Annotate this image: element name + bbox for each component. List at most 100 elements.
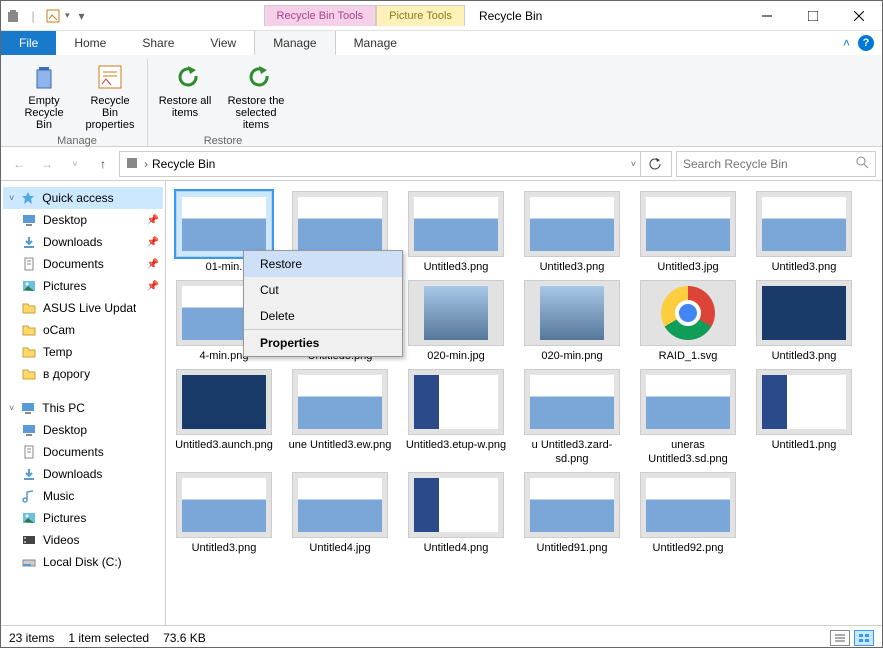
sidebar-item[interactable]: Pictures📌 xyxy=(3,275,163,297)
sidebar-item[interactable]: oCam xyxy=(3,319,163,341)
file-item[interactable]: Untitled3.png xyxy=(750,191,858,274)
file-item[interactable]: Untitled3.png xyxy=(402,191,510,274)
sidebar-item[interactable]: Downloads xyxy=(3,463,163,485)
tab-view[interactable]: View xyxy=(192,31,254,55)
sidebar-item[interactable]: Documents📌 xyxy=(3,253,163,275)
file-item[interactable]: Untitled4.jpg xyxy=(286,472,394,555)
nav-back-button[interactable]: ← xyxy=(7,152,31,176)
sidebar-item[interactable]: Temp xyxy=(3,341,163,363)
minimize-button[interactable] xyxy=(744,1,790,31)
qat-dropdown-icon[interactable]: ▾ xyxy=(65,10,70,21)
status-bar: 23 items 1 item selected 73.6 KB xyxy=(1,625,882,649)
file-item[interactable]: Untitled91.png xyxy=(518,472,626,555)
context-menu: Restore Cut Delete Properties xyxy=(243,250,403,357)
sidebar-item[interactable]: Desktop📌 xyxy=(3,209,163,231)
file-thumbnail xyxy=(176,191,272,257)
ctx-restore[interactable]: Restore xyxy=(244,251,402,277)
refresh-button[interactable] xyxy=(640,152,667,176)
nav-recent-dropdown[interactable]: ˅ xyxy=(63,152,87,176)
sidebar-label: Quick access xyxy=(42,191,113,205)
file-item[interactable]: Untitled3.aunch.png xyxy=(170,369,278,465)
file-name: Untitled3.png xyxy=(540,261,605,274)
sidebar-item[interactable]: Videos xyxy=(3,529,163,551)
sidebar-label: Pictures xyxy=(43,511,86,525)
search-box[interactable] xyxy=(676,151,876,177)
qat-divider: | xyxy=(25,8,41,24)
ribbon: Empty Recycle Bin Recycle Bin properties… xyxy=(1,55,882,147)
maximize-button[interactable] xyxy=(790,1,836,31)
file-thumbnail xyxy=(524,280,620,346)
sidebar-item[interactable]: ASUS Live Updat xyxy=(3,297,163,319)
recycle-bin-properties-button[interactable]: Recycle Bin properties xyxy=(79,59,141,133)
tab-share[interactable]: Share xyxy=(124,31,192,55)
address-bar[interactable]: › Recycle Bin ˅ xyxy=(119,151,672,177)
file-thumbnail xyxy=(408,472,504,538)
file-item[interactable]: Untitled4.png xyxy=(402,472,510,555)
sidebar-item-quick-access[interactable]: ˅ Quick access xyxy=(3,187,163,209)
file-item[interactable]: Untitled3.etup-w.png xyxy=(402,369,510,465)
nav-up-button[interactable]: ↑ xyxy=(91,152,115,176)
file-item[interactable]: Untitled3.png xyxy=(750,280,858,363)
view-details-button[interactable] xyxy=(830,630,850,646)
nav-forward-button[interactable]: → xyxy=(35,152,59,176)
empty-recycle-bin-button[interactable]: Empty Recycle Bin xyxy=(13,59,75,133)
sidebar-item-this-pc[interactable]: ˅ This PC xyxy=(3,397,163,419)
desktop-icon xyxy=(21,212,37,228)
file-item[interactable]: 020-min.jpg xyxy=(402,280,510,363)
sidebar-label: Music xyxy=(43,489,74,503)
file-item[interactable]: Untitled1.png xyxy=(750,369,858,465)
recycle-bin-icon xyxy=(124,154,140,173)
sidebar-label: Downloads xyxy=(43,467,102,481)
file-thumbnail xyxy=(756,369,852,435)
contextual-tab-picture[interactable]: Picture Tools xyxy=(376,5,465,26)
sidebar-item[interactable]: Documents xyxy=(3,441,163,463)
file-menu[interactable]: File xyxy=(1,31,56,55)
file-item[interactable]: Untitled92.png xyxy=(634,472,742,555)
file-item[interactable]: uneras Untitled3.sd.png xyxy=(634,369,742,465)
sidebar-label: oCam xyxy=(43,323,75,337)
contextual-tab-recycle[interactable]: Recycle Bin Tools xyxy=(264,5,377,26)
view-thumbnails-button[interactable] xyxy=(854,630,874,646)
file-name: Untitled3.png xyxy=(772,261,837,274)
qat-overflow[interactable]: ▾ xyxy=(74,8,90,24)
sidebar-item[interactable]: Music xyxy=(3,485,163,507)
file-item[interactable]: une Untitled3.ew.png xyxy=(286,369,394,465)
sidebar-item[interactable]: в дорогу xyxy=(3,363,163,385)
file-item[interactable]: Untitled3.jpg xyxy=(634,191,742,274)
tab-manage-recycle[interactable]: Manage xyxy=(254,31,335,55)
file-item[interactable]: u Untitled3.zard-sd.png xyxy=(518,369,626,465)
download-icon xyxy=(21,234,37,250)
file-item[interactable]: Untitled3.png xyxy=(518,191,626,274)
search-icon[interactable] xyxy=(855,155,869,172)
file-name: RAID_1.svg xyxy=(659,350,718,363)
sidebar-label: Videos xyxy=(43,533,79,547)
ctx-delete[interactable]: Delete xyxy=(244,303,402,329)
ctx-cut[interactable]: Cut xyxy=(244,277,402,303)
music-icon xyxy=(21,488,37,504)
sidebar-item[interactable]: Desktop xyxy=(3,419,163,441)
close-button[interactable] xyxy=(836,1,882,31)
ctx-properties[interactable]: Properties xyxy=(244,329,402,356)
sidebar-item[interactable]: Local Disk (C:) xyxy=(3,551,163,573)
help-icon[interactable]: ? xyxy=(858,35,874,51)
file-thumbnail xyxy=(408,369,504,435)
tab-home[interactable]: Home xyxy=(56,31,124,55)
recycle-bin-icon xyxy=(5,8,21,24)
sidebar-item[interactable]: Pictures xyxy=(3,507,163,529)
tab-manage-picture[interactable]: Manage xyxy=(336,31,415,55)
file-name: Untitled3.jpg xyxy=(657,261,718,274)
properties-icon[interactable] xyxy=(45,8,61,24)
search-input[interactable] xyxy=(683,157,855,171)
file-item[interactable]: 020-min.png xyxy=(518,280,626,363)
restore-all-button[interactable]: Restore all items xyxy=(154,59,216,133)
ribbon-group-label: Manage xyxy=(13,133,141,149)
file-item[interactable]: RAID_1.svg xyxy=(634,280,742,363)
file-name: 01-min. xyxy=(206,261,243,274)
folder-icon xyxy=(21,322,37,338)
ribbon-collapse-icon[interactable]: ˄ xyxy=(843,36,850,50)
file-item[interactable]: Untitled3.png xyxy=(170,472,278,555)
restore-selected-button[interactable]: Restore the selected items xyxy=(220,59,292,133)
address-segment[interactable]: Recycle Bin xyxy=(152,157,215,171)
sidebar-item[interactable]: Downloads📌 xyxy=(3,231,163,253)
file-list[interactable]: 01-min.Untitled3.pngUntitled3.pngUntitle… xyxy=(166,181,882,625)
